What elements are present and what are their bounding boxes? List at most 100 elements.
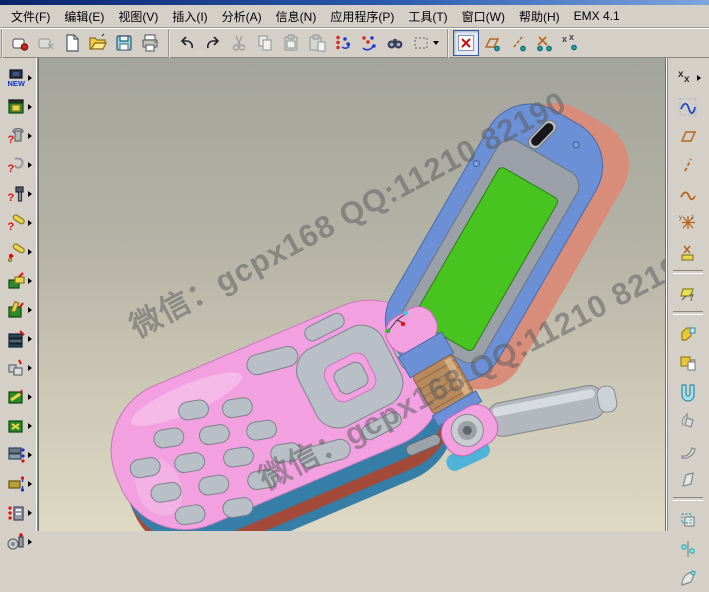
emx-component-screw-button[interactable]: ?: [2, 179, 36, 208]
emx-plate-adjust-button[interactable]: [2, 469, 36, 498]
offset-icon: [678, 510, 698, 530]
open-file-icon: [88, 33, 108, 53]
flyout-arrow-icon[interactable]: [28, 365, 32, 371]
flyout-arrow-icon[interactable]: [28, 133, 32, 139]
undo-button[interactable]: [174, 30, 200, 56]
datum-display-off-button[interactable]: [453, 30, 479, 56]
menu-item-help[interactable]: 帮助(H): [512, 5, 567, 28]
menu-item-info[interactable]: 信息(N): [269, 5, 324, 28]
flyout-arrow-icon[interactable]: [28, 539, 32, 545]
emx-plates-button[interactable]: [2, 324, 36, 353]
extrude-tool[interactable]: [671, 319, 705, 348]
emx-locating-ring-button[interactable]: [2, 527, 36, 556]
regenerate-manager-button[interactable]: [356, 30, 382, 56]
svg-text:y: y: [679, 215, 682, 221]
datum-plane-tool[interactable]: [671, 121, 705, 150]
point-display-toggle[interactable]: [531, 30, 557, 56]
antenna: [484, 381, 619, 439]
open-file-button[interactable]: [85, 30, 111, 56]
sketch-curve-tool[interactable]: [671, 179, 705, 208]
emx-ejector-pin-trim-button[interactable]: [2, 237, 36, 266]
datum-display-off-icon: [456, 33, 476, 53]
menu-item-analysis[interactable]: 分析(A): [215, 5, 269, 28]
emx-plate-stack-button[interactable]: [2, 440, 36, 469]
pattern-axis-tool[interactable]: [671, 534, 705, 563]
paste-button[interactable]: [278, 30, 304, 56]
print-button[interactable]: [137, 30, 163, 56]
flyout-arrow-icon[interactable]: [28, 307, 32, 313]
blend-tool[interactable]: [671, 464, 705, 493]
flyout-arrow-icon[interactable]: [28, 220, 32, 226]
plane-display-toggle[interactable]: [479, 30, 505, 56]
emx-insert-button[interactable]: [2, 353, 36, 382]
offset-tool[interactable]: [671, 505, 705, 534]
flyout-arrow-icon[interactable]: [28, 481, 32, 487]
emx-moldbase-assembly-button[interactable]: [2, 92, 36, 121]
flyout-arrow-icon[interactable]: [28, 394, 32, 400]
datum-csys-tool[interactable]: [671, 237, 705, 266]
toolbar-separator: [673, 311, 703, 315]
menu-item-applications[interactable]: 应用程序(P): [323, 5, 401, 28]
emx-cooling-button[interactable]: [2, 382, 36, 411]
select-box-button[interactable]: [408, 30, 442, 56]
menu-item-edit[interactable]: 编辑(E): [57, 5, 111, 28]
flyout-arrow-icon[interactable]: [28, 75, 32, 81]
flyout-arrow-icon[interactable]: [28, 104, 32, 110]
flyout-arrow-icon[interactable]: [28, 510, 32, 516]
menu-item-tools[interactable]: 工具(T): [401, 5, 454, 28]
emx-component-hook-button[interactable]: ?: [2, 150, 36, 179]
new-session-button[interactable]: [7, 30, 33, 56]
redo-button[interactable]: [200, 30, 226, 56]
emx-new-project-button[interactable]: NEW: [2, 63, 36, 92]
emx-locating-ring-icon: [6, 532, 26, 552]
revolve-tool[interactable]: [671, 406, 705, 435]
find-button[interactable]: [382, 30, 408, 56]
emx-plate-stack-icon: [6, 445, 26, 465]
axis-display-toggle[interactable]: [505, 30, 531, 56]
save-file-icon: [114, 33, 134, 53]
datum-points-tool[interactable]: xx: [671, 63, 705, 92]
csys-display-toggle[interactable]: xx: [557, 30, 583, 56]
erase-session-button[interactable]: [33, 30, 59, 56]
shell-tool[interactable]: [671, 377, 705, 406]
flyout-arrow-icon[interactable]: [28, 162, 32, 168]
sweep-tool[interactable]: [671, 435, 705, 464]
print-icon: [140, 33, 160, 53]
emx-lifter-button[interactable]: [2, 295, 36, 324]
menu-item-file[interactable]: 文件(F): [4, 5, 57, 28]
blend-icon: [678, 469, 698, 489]
sketch-spline-tool[interactable]: [671, 92, 705, 121]
copy-button[interactable]: [252, 30, 278, 56]
flyout-arrow-icon[interactable]: [28, 249, 32, 255]
shell-icon: [678, 382, 698, 402]
flyout-arrow-icon[interactable]: [28, 423, 32, 429]
flyout-arrow-icon[interactable]: [697, 75, 701, 81]
flip-phone-3d-model[interactable]: [39, 58, 665, 531]
menu-item-insert[interactable]: 插入(I): [165, 5, 214, 28]
datum-axis-tool[interactable]: [671, 150, 705, 179]
cut-button[interactable]: [226, 30, 252, 56]
flyout-arrow-icon[interactable]: [28, 278, 32, 284]
plane-tag-tool[interactable]: 7: [671, 278, 705, 307]
toolbar-group-1: [1, 29, 167, 58]
emx-component-bolt-button[interactable]: ?: [2, 121, 36, 150]
flyout-arrow-icon[interactable]: [28, 452, 32, 458]
save-file-button[interactable]: [111, 30, 137, 56]
emx-trim-button[interactable]: [2, 411, 36, 440]
new-file-button[interactable]: [59, 30, 85, 56]
emx-ejector-pin-button[interactable]: ?: [2, 208, 36, 237]
flyout-arrow-icon[interactable]: [28, 336, 32, 342]
graphics-viewport[interactable]: 微信：gcpx168 QQ:11210 82190 微信：gcpx168 QQ:…: [38, 58, 666, 531]
flyout-arrow-icon[interactable]: [28, 191, 32, 197]
menu-item-view[interactable]: 视图(V): [111, 5, 165, 28]
dropdown-caret-icon[interactable]: [433, 41, 439, 45]
datum-point-tool[interactable]: zy: [671, 208, 705, 237]
emx-ejector-set-button[interactable]: [2, 498, 36, 527]
emx-slider-button[interactable]: [2, 266, 36, 295]
menu-item-emx[interactable]: EMX 4.1: [567, 6, 627, 26]
regenerate-button[interactable]: [330, 30, 356, 56]
copy-geometry-tool[interactable]: [671, 348, 705, 377]
warp-tool[interactable]: [671, 563, 705, 592]
menu-item-window[interactable]: 窗口(W): [455, 5, 512, 28]
paste-special-button[interactable]: [304, 30, 330, 56]
